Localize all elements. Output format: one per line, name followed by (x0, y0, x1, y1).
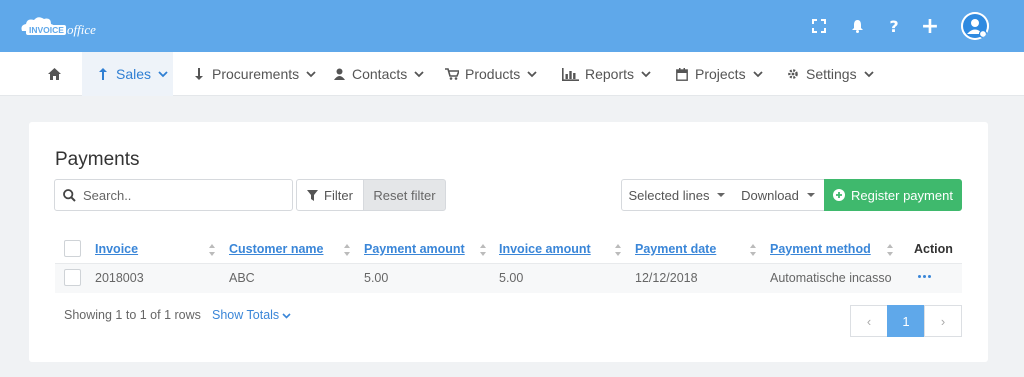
help-icon[interactable]: ? (884, 16, 904, 36)
bell-icon[interactable] (847, 16, 867, 36)
home-icon[interactable] (48, 52, 61, 96)
search-input[interactable] (83, 187, 283, 203)
register-payment-label: Register payment (851, 187, 953, 203)
chevron-down-icon (282, 312, 291, 319)
nav-item-procurements[interactable]: Procurements (192, 52, 317, 96)
nav-item-products[interactable]: Products (445, 52, 538, 96)
nav-item-reports[interactable]: Reports (561, 52, 652, 96)
sort-icon (615, 244, 621, 256)
download-dropdown[interactable]: Download (732, 179, 825, 211)
sort-icon (750, 244, 756, 256)
sort-icon (887, 244, 893, 256)
caret-down-icon (717, 193, 726, 197)
reset-filter-button[interactable]: Reset filter (363, 179, 446, 211)
plus-icon[interactable]: + (920, 14, 940, 39)
caret-down-icon (806, 193, 815, 197)
rows-info: Showing 1 to 1 of 1 rows (64, 308, 201, 322)
cart-icon (445, 67, 459, 81)
chevron-down-icon (414, 71, 424, 78)
nav-item-label: Settings (806, 66, 857, 82)
svg-text:office: office (67, 22, 96, 37)
column-header-payment-date[interactable]: Payment date (635, 242, 716, 256)
row-actions-icon[interactable] (918, 271, 931, 278)
cell-payment-method: Automatische incasso (770, 271, 892, 285)
column-header-payment-method[interactable]: Payment method (770, 242, 871, 256)
chevron-down-icon (158, 71, 168, 78)
invoice-office-logo[interactable]: INVOICE office (18, 14, 114, 38)
nav-item-contacts[interactable]: Contacts (332, 52, 425, 96)
cell-invoice-amount: 5.00 (499, 271, 524, 285)
download-label: Download (741, 187, 799, 203)
nav-item-label: Projects (695, 66, 746, 82)
nav-item-label: Products (465, 66, 521, 82)
column-header-customer-name[interactable]: Customer name (229, 242, 323, 256)
svg-text:INVOICE: INVOICE (29, 25, 64, 35)
user-avatar-icon[interactable] (961, 12, 989, 40)
show-totals-label: Show Totals (212, 308, 280, 322)
select-all-checkbox[interactable] (64, 240, 81, 257)
top-bar: INVOICE office ? + (0, 0, 1024, 52)
bar-chart-icon (561, 67, 579, 81)
chevron-down-icon (527, 71, 537, 78)
column-header-action: Action (914, 242, 953, 256)
column-header-invoice[interactable]: Invoice (95, 242, 138, 256)
nav-item-sales[interactable]: Sales (82, 52, 173, 96)
reset-filter-label: Reset filter (373, 187, 436, 203)
plus-circle-icon (833, 189, 846, 201)
column-header-payment-amount[interactable]: Payment amount (364, 242, 465, 256)
chevron-down-icon (752, 71, 763, 78)
search-box[interactable] (54, 179, 293, 211)
show-totals-toggle[interactable]: Show Totals (212, 308, 291, 322)
pagination-prev-button[interactable]: ‹ (850, 305, 888, 337)
nav-item-settings[interactable]: Settings (786, 52, 875, 96)
cell-payment-amount: 5.00 (364, 271, 389, 285)
pagination-next-button[interactable]: › (924, 305, 962, 337)
main-nav: Sales Procurements Contacts Products Rep… (0, 52, 1024, 96)
nav-item-label: Sales (116, 66, 152, 82)
chevron-down-icon (863, 71, 874, 78)
cell-invoice: 2018003 (95, 271, 144, 285)
nav-item-label: Reports (585, 66, 635, 82)
nav-item-projects[interactable]: Projects (675, 52, 764, 96)
sort-icon (209, 244, 215, 256)
cell-customer-name: ABC (229, 271, 255, 285)
register-payment-button[interactable]: Register payment (824, 179, 962, 211)
page-title: Payments (55, 149, 140, 170)
row-checkbox[interactable] (64, 269, 81, 286)
arrow-down-icon (192, 67, 206, 81)
chevron-down-icon (641, 71, 651, 78)
pagination-page-1[interactable]: 1 (887, 305, 925, 337)
chevron-down-icon (306, 71, 316, 78)
cell-payment-date: 12/12/2018 (635, 271, 698, 285)
column-header-invoice-amount[interactable]: Invoice amount (499, 242, 591, 256)
selected-lines-dropdown[interactable]: Selected lines (621, 179, 733, 211)
sort-icon (344, 244, 350, 256)
filter-label: Filter (324, 187, 353, 203)
nav-item-label: Contacts (352, 66, 408, 82)
filter-button[interactable]: Filter (296, 179, 364, 211)
search-icon (63, 188, 76, 202)
nav-item-label: Procurements (212, 66, 300, 82)
filter-icon (307, 189, 319, 201)
calendar-icon (675, 67, 689, 81)
arrow-up-icon (96, 67, 110, 81)
user-icon (332, 67, 346, 81)
sort-icon (480, 244, 486, 256)
gear-icon (786, 67, 800, 81)
selected-lines-label: Selected lines (628, 187, 710, 203)
fullscreen-icon[interactable] (809, 16, 829, 36)
